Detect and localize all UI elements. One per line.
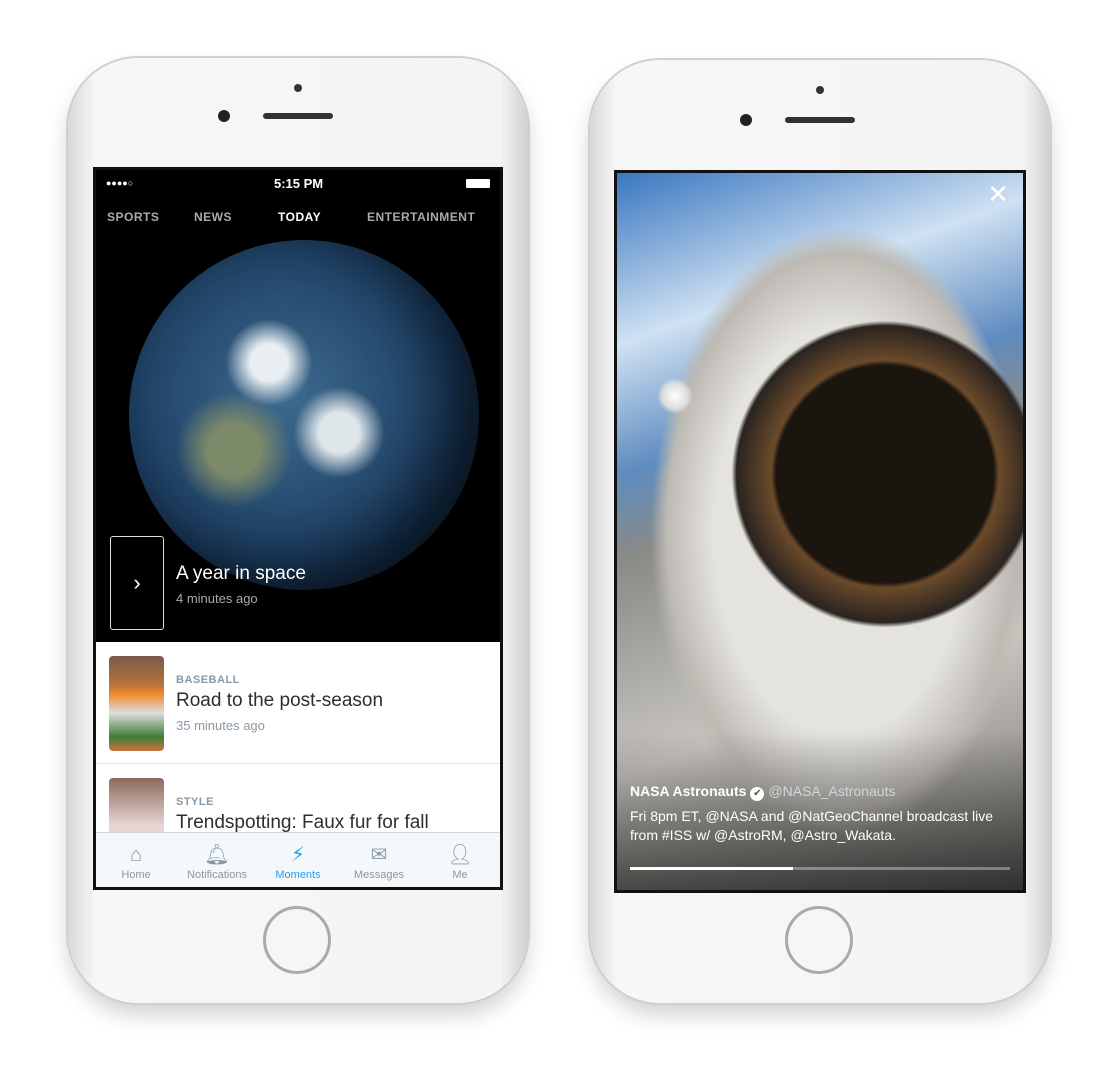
tab-label: Me: [452, 869, 468, 881]
tab-notifications[interactable]: 🔔︎ Notifications: [177, 833, 257, 881]
envelope-icon: ✉: [370, 844, 388, 866]
front-camera: [740, 114, 752, 126]
story-progress-bar: [630, 867, 1010, 870]
tab-entertainment[interactable]: ENTERTAINMENT: [367, 210, 475, 224]
lightning-icon: ⚡︎: [290, 844, 306, 866]
baseball-thumbnail: [109, 656, 164, 751]
moment-detail-screen: ✕ NASA Astronauts ✔ @NASA_Astronauts Fri 8…: [614, 170, 1026, 893]
close-icon[interactable]: ✕: [987, 179, 1009, 210]
earpiece: [263, 113, 333, 119]
item-category: BASEBALL: [176, 674, 240, 686]
item-title: Trendspotting: Faux fur for fall: [176, 812, 429, 833]
tab-news[interactable]: NEWS: [194, 210, 232, 224]
author-handle[interactable]: @NASA_Astronauts: [768, 783, 895, 799]
tab-today[interactable]: TODAY: [278, 210, 321, 224]
item-category: STYLE: [176, 796, 214, 808]
author-name[interactable]: NASA Astronauts: [630, 783, 746, 799]
chevron-right-icon: ›: [133, 570, 141, 595]
item-time: 35 minutes ago: [176, 718, 265, 733]
verified-icon: ✔: [750, 787, 765, 801]
tab-sports[interactable]: SPORTS: [107, 210, 159, 224]
hero-title[interactable]: A year in space: [176, 563, 306, 585]
home-button[interactable]: [263, 906, 331, 974]
item-title: Road to the post-season: [176, 690, 384, 711]
bell-icon: 🔔︎: [204, 844, 230, 866]
tweet-text: Fri 8pm ET, @NASA and @NatGeoChannel bro…: [630, 808, 994, 843]
tab-moments[interactable]: ⚡︎ Moments: [258, 833, 338, 881]
home-icon: ⌂: [129, 844, 143, 866]
proximity-sensor: [816, 86, 824, 94]
tab-label: Moments: [275, 869, 321, 881]
list-item[interactable]: BASEBALL Road to the post-season 35 minu…: [96, 642, 500, 764]
battery-icon: [466, 179, 490, 188]
category-tabs: SPORTS NEWS TODAY ENTERTAINMENT: [96, 210, 500, 230]
proximity-sensor: [294, 84, 302, 92]
tab-me[interactable]: 👤︎ Me: [420, 833, 500, 881]
tab-bar: ⌂ Home 🔔︎ Notifications ⚡︎ Moments ✉ Message…: [96, 832, 500, 887]
tab-label: Notifications: [187, 869, 247, 881]
person-icon: 👤︎: [447, 844, 473, 866]
moments-list: BASEBALL Road to the post-season 35 minu…: [96, 642, 500, 873]
helmet-light: [657, 378, 693, 414]
clock: 5:15 PM: [274, 176, 324, 191]
earpiece: [785, 117, 855, 123]
tab-home[interactable]: ⌂ Home: [96, 833, 176, 881]
status-bar: ●●●●○ 5:15 PM: [96, 176, 500, 192]
tab-label: Messages: [353, 869, 405, 881]
moments-screen: ●●●●○ 5:15 PM SPORTS NEWS TODAY ENTERTAI…: [93, 167, 503, 890]
progress-fill: [630, 867, 794, 870]
tweet-caption: NASA Astronauts ✔ @NASA_Astronauts Fri 8pm…: [630, 783, 1010, 845]
home-button[interactable]: [785, 906, 853, 974]
open-moment-button[interactable]: ›: [110, 536, 164, 630]
tab-messages[interactable]: ✉ Messages: [339, 833, 419, 881]
tab-label: Home: [121, 869, 151, 881]
signal-icon: ●●●●○: [106, 178, 134, 188]
front-camera: [218, 110, 230, 122]
hero-time: 4 minutes ago: [176, 591, 258, 606]
earth-image[interactable]: [129, 240, 479, 590]
